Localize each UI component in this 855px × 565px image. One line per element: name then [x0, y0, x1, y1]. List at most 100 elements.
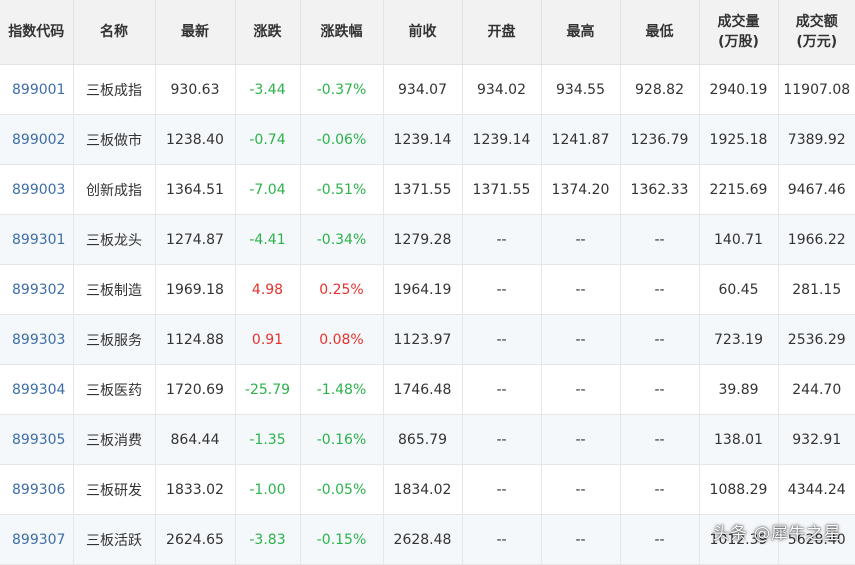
table-row[interactable]: 899303三板服务1124.880.910.08%1123.97------7… — [0, 315, 855, 365]
table-row[interactable]: 899301三板龙头1274.87-4.41-0.34%1279.28-----… — [0, 215, 855, 265]
column-header-volume[interactable]: 成交量(万股) — [699, 0, 778, 65]
cell-volume: 2940.19 — [699, 65, 778, 115]
cell-code[interactable]: 899003 — [0, 165, 73, 215]
cell-low: -- — [620, 415, 699, 465]
cell-amount: 281.15 — [778, 265, 855, 315]
cell-low: -- — [620, 215, 699, 265]
cell-change: 0.91 — [235, 315, 300, 365]
cell-low: -- — [620, 365, 699, 415]
cell-latest: 2624.65 — [155, 515, 235, 565]
cell-low: 1362.33 — [620, 165, 699, 215]
column-header-label: 名称 — [74, 22, 155, 42]
cell-high: -- — [541, 415, 620, 465]
column-header-high[interactable]: 最高 — [541, 0, 620, 65]
cell-high: 934.55 — [541, 65, 620, 115]
cell-code[interactable]: 899301 — [0, 215, 73, 265]
cell-name[interactable]: 三板活跃 — [73, 515, 155, 565]
column-header-name[interactable]: 名称 — [73, 0, 155, 65]
cell-open: 1371.55 — [462, 165, 541, 215]
column-header-unit: (万股) — [700, 32, 778, 52]
cell-name[interactable]: 三板做市 — [73, 115, 155, 165]
column-header-low[interactable]: 最低 — [620, 0, 699, 65]
cell-change: -3.83 — [235, 515, 300, 565]
cell-open: -- — [462, 315, 541, 365]
column-header-label: 开盘 — [463, 22, 541, 42]
cell-code[interactable]: 899306 — [0, 465, 73, 515]
column-header-label: 最低 — [621, 22, 699, 42]
column-header-change-pct[interactable]: 涨跌幅 — [300, 0, 383, 65]
table-row[interactable]: 899002三板做市1238.40-0.74-0.06%1239.141239.… — [0, 115, 855, 165]
cell-amount: 2536.29 — [778, 315, 855, 365]
cell-code[interactable]: 899303 — [0, 315, 73, 365]
cell-prev-close: 2628.48 — [383, 515, 462, 565]
cell-code[interactable]: 899307 — [0, 515, 73, 565]
table-header: 指数代码名称最新涨跌涨跌幅前收开盘最高最低成交量(万股)成交额(万元) — [0, 0, 855, 65]
cell-latest: 1364.51 — [155, 165, 235, 215]
cell-name[interactable]: 三板研发 — [73, 465, 155, 515]
column-header-label: 成交额 — [779, 12, 855, 32]
cell-open: -- — [462, 465, 541, 515]
cell-change-pct: -0.34% — [300, 215, 383, 265]
cell-latest: 864.44 — [155, 415, 235, 465]
cell-prev-close: 1279.28 — [383, 215, 462, 265]
cell-low: -- — [620, 315, 699, 365]
cell-change-pct: -0.37% — [300, 65, 383, 115]
cell-high: 1374.20 — [541, 165, 620, 215]
watermark: 头条 @犀牛之星 — [713, 519, 841, 544]
cell-name[interactable]: 三板成指 — [73, 65, 155, 115]
cell-high: -- — [541, 315, 620, 365]
cell-change: -25.79 — [235, 365, 300, 415]
header-row: 指数代码名称最新涨跌涨跌幅前收开盘最高最低成交量(万股)成交额(万元) — [0, 0, 855, 65]
cell-latest: 1720.69 — [155, 365, 235, 415]
cell-volume: 60.45 — [699, 265, 778, 315]
column-header-label: 最高 — [542, 22, 620, 42]
cell-volume: 140.71 — [699, 215, 778, 265]
cell-name[interactable]: 三板制造 — [73, 265, 155, 315]
cell-change-pct: -0.51% — [300, 165, 383, 215]
cell-low: -- — [620, 515, 699, 565]
cell-open: 934.02 — [462, 65, 541, 115]
cell-code[interactable]: 899304 — [0, 365, 73, 415]
table-row[interactable]: 899003创新成指1364.51-7.04-0.51%1371.551371.… — [0, 165, 855, 215]
cell-name[interactable]: 三板医药 — [73, 365, 155, 415]
cell-amount: 244.70 — [778, 365, 855, 415]
cell-change-pct: -0.05% — [300, 465, 383, 515]
cell-change: 4.98 — [235, 265, 300, 315]
cell-amount: 11907.08 — [778, 65, 855, 115]
cell-code[interactable]: 899001 — [0, 65, 73, 115]
table-row[interactable]: 899305三板消费864.44-1.35-0.16%865.79------1… — [0, 415, 855, 465]
table-row[interactable]: 899306三板研发1833.02-1.00-0.05%1834.02-----… — [0, 465, 855, 515]
cell-change: -1.35 — [235, 415, 300, 465]
column-header-prev-close[interactable]: 前收 — [383, 0, 462, 65]
column-header-latest[interactable]: 最新 — [155, 0, 235, 65]
table-row[interactable]: 899304三板医药1720.69-25.79-1.48%1746.48----… — [0, 365, 855, 415]
table-row[interactable]: 899302三板制造1969.184.980.25%1964.19------6… — [0, 265, 855, 315]
cell-open: -- — [462, 215, 541, 265]
cell-low: 928.82 — [620, 65, 699, 115]
cell-volume: 1925.18 — [699, 115, 778, 165]
cell-change-pct: -1.48% — [300, 365, 383, 415]
cell-code[interactable]: 899305 — [0, 415, 73, 465]
cell-latest: 1238.40 — [155, 115, 235, 165]
cell-name[interactable]: 三板服务 — [73, 315, 155, 365]
cell-volume: 2215.69 — [699, 165, 778, 215]
cell-latest: 1833.02 — [155, 465, 235, 515]
column-header-amount[interactable]: 成交额(万元) — [778, 0, 855, 65]
index-quote-table: 指数代码名称最新涨跌涨跌幅前收开盘最高最低成交量(万股)成交额(万元) 8990… — [0, 0, 855, 565]
cell-open: -- — [462, 265, 541, 315]
column-header-open[interactable]: 开盘 — [462, 0, 541, 65]
table-row[interactable]: 899001三板成指930.63-3.44-0.37%934.07934.029… — [0, 65, 855, 115]
cell-name[interactable]: 创新成指 — [73, 165, 155, 215]
cell-code[interactable]: 899002 — [0, 115, 73, 165]
cell-change-pct: -0.15% — [300, 515, 383, 565]
cell-prev-close: 1746.48 — [383, 365, 462, 415]
cell-amount: 9467.46 — [778, 165, 855, 215]
cell-name[interactable]: 三板消费 — [73, 415, 155, 465]
cell-code[interactable]: 899302 — [0, 265, 73, 315]
cell-change-pct: 0.08% — [300, 315, 383, 365]
column-header-change[interactable]: 涨跌 — [235, 0, 300, 65]
column-header-code[interactable]: 指数代码 — [0, 0, 73, 65]
cell-name[interactable]: 三板龙头 — [73, 215, 155, 265]
cell-open: -- — [462, 365, 541, 415]
cell-prev-close: 1834.02 — [383, 465, 462, 515]
